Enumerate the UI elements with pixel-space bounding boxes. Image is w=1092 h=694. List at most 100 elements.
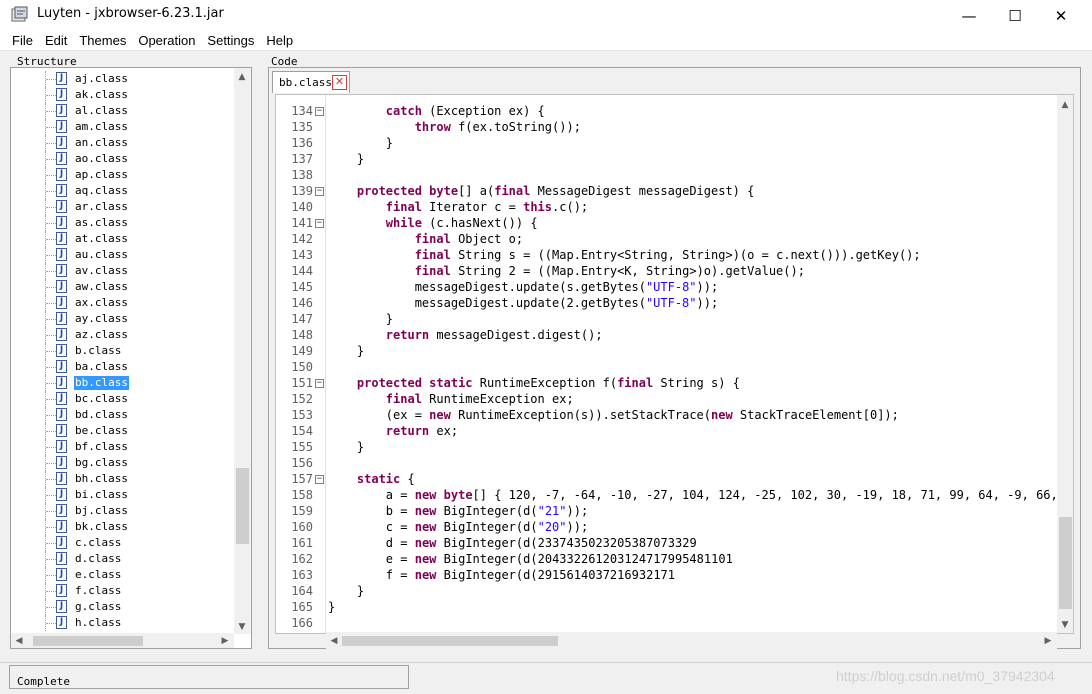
tree-item[interactable]: Jbi.class [11, 487, 235, 503]
code-line[interactable]: 158 a = new byte[] { 120, -7, -64, -10, … [276, 487, 1073, 503]
tree-item[interactable]: Jbj.class [11, 503, 235, 519]
tree-item[interactable]: Jbh.class [11, 471, 235, 487]
menu-settings[interactable]: Settings [201, 33, 254, 48]
scroll-left-arrow-icon[interactable]: ◀ [11, 633, 27, 648]
tree-item[interactable]: Jf.class [11, 583, 235, 599]
tree-item[interactable]: Jao.class [11, 151, 235, 167]
menu-help[interactable]: Help [260, 33, 293, 48]
editor-scroll-down-icon[interactable]: ▼ [1057, 617, 1073, 633]
fold-toggle-icon[interactable]: − [315, 107, 324, 116]
tree-item[interactable]: Jav.class [11, 263, 235, 279]
code-line[interactable]: 159 b = new BigInteger(d("21")); [276, 503, 1056, 519]
code-line[interactable]: 141− while (c.hasNext()) { [276, 215, 1056, 231]
tree-item[interactable]: Jak.class [11, 87, 235, 103]
code-line[interactable]: 140 final Iterator c = this.c(); [276, 199, 1056, 215]
fold-toggle-icon[interactable]: − [315, 379, 324, 388]
tree-item[interactable]: Jb.class [11, 343, 235, 359]
code-line[interactable]: 153 (ex = new RuntimeException(s)).setSt… [276, 407, 1056, 423]
code-line[interactable]: 155 } [276, 439, 1056, 455]
tree-item[interactable]: Jbk.class [11, 519, 235, 535]
tree-item[interactable]: Je.class [11, 567, 235, 583]
code-line[interactable]: 157− static { [276, 471, 1056, 487]
tree-item[interactable]: Jar.class [11, 199, 235, 215]
tree-item[interactable]: Jba.class [11, 359, 235, 375]
tree-item[interactable]: Jam.class [11, 119, 235, 135]
code-line[interactable]: 162 e = new BigInteger(d(204332261203124… [276, 551, 1056, 567]
tree-item[interactable]: Jc.class [11, 535, 235, 551]
tree-item[interactable]: Jan.class [11, 135, 235, 151]
tree-item[interactable]: Jh.class [11, 615, 235, 631]
code-line[interactable]: 163 f = new BigInteger(d(291561403721693… [276, 567, 1056, 583]
code-line[interactable]: 149 } [276, 343, 1056, 359]
structure-vertical-scroll-thumb[interactable] [236, 468, 249, 544]
fold-toggle-icon[interactable]: − [315, 475, 324, 484]
code-line[interactable]: 147 } [276, 311, 1056, 327]
tree-item[interactable]: Jaz.class [11, 327, 235, 343]
code-line[interactable]: 160 c = new BigInteger(d("20")); [276, 519, 1056, 535]
editor-vertical-scrollbar[interactable]: ▲ ▼ [1057, 95, 1073, 633]
code-line[interactable]: 137 } [276, 151, 1056, 167]
editor-horizontal-scrollbar-bar[interactable]: ◀ ▶ [326, 633, 1057, 649]
code-line[interactable]: 154 return ex; [276, 423, 1056, 439]
maximize-button[interactable]: ☐ [992, 0, 1038, 31]
menu-file[interactable]: File [6, 33, 33, 48]
code-line[interactable]: 148 return messageDigest.digest(); [276, 327, 1056, 343]
code-line[interactable]: 164 } [276, 583, 1056, 599]
tree-item[interactable]: Jau.class [11, 247, 235, 263]
fold-toggle-icon[interactable]: − [315, 187, 324, 196]
tree-item[interactable]: Jaw.class [11, 279, 235, 295]
tree-item[interactable]: Jg.class [11, 599, 235, 615]
code-line[interactable]: 135 throw f(ex.toString()); [276, 119, 1056, 135]
tree-item[interactable]: Jbb.class [11, 375, 235, 391]
editor-vertical-scroll-thumb[interactable] [1059, 517, 1072, 609]
scroll-up-arrow-icon[interactable]: ▲ [234, 69, 250, 85]
tree-item[interactable]: Jay.class [11, 311, 235, 327]
code-line[interactable]: 143 final String s = ((Map.Entry<String,… [276, 247, 1056, 263]
code-line[interactable]: 165} [276, 599, 1056, 615]
menu-themes[interactable]: Themes [73, 33, 126, 48]
structure-horizontal-scrollbar[interactable]: ◀ ▶ [11, 633, 234, 648]
tree-item[interactable]: Jbe.class [11, 423, 235, 439]
code-line[interactable]: 144 final String 2 = ((Map.Entry<K, Stri… [276, 263, 1056, 279]
editor-horizontal-scroll-thumb[interactable] [342, 636, 558, 646]
tree-item[interactable]: Jaq.class [11, 183, 235, 199]
code-line[interactable]: 161 d = new BigInteger(d(233743502320538… [276, 535, 1056, 551]
editor-scroll-left-icon[interactable]: ◀ [326, 633, 342, 649]
code-line[interactable]: 152 final RuntimeException ex; [276, 391, 1056, 407]
code-line[interactable]: 146 messageDigest.update(2.getBytes("UTF… [276, 295, 1056, 311]
code-line[interactable]: 138 [276, 167, 1056, 183]
code-editor[interactable]: 134− catch (Exception ex) {135 throw f(e… [275, 94, 1074, 634]
code-line[interactable]: 151− protected static RuntimeException f… [276, 375, 1056, 391]
code-line[interactable]: 139− protected byte[] a(final MessageDig… [276, 183, 1056, 199]
tree-item[interactable]: Jbg.class [11, 455, 235, 471]
tab-close-icon[interactable]: ✕ [332, 75, 347, 90]
tree-item[interactable]: Jat.class [11, 231, 235, 247]
minimize-button[interactable]: — [946, 0, 992, 31]
structure-vertical-scrollbar[interactable]: ▲ ▼ [234, 68, 251, 634]
menu-operation[interactable]: Operation [132, 33, 195, 48]
tree-item[interactable]: Jbf.class [11, 439, 235, 455]
close-window-button[interactable]: ✕ [1038, 0, 1084, 31]
code-line[interactable]: 142 final Object o; [276, 231, 1056, 247]
tree-item[interactable]: Jax.class [11, 295, 235, 311]
menu-edit[interactable]: Edit [39, 33, 67, 48]
tree-item[interactable]: Jaj.class [11, 71, 235, 87]
structure-horizontal-scroll-thumb[interactable] [33, 636, 143, 646]
code-line[interactable]: 134− catch (Exception ex) { [276, 103, 1056, 119]
scroll-down-arrow-icon[interactable]: ▼ [234, 619, 250, 635]
tree-item[interactable]: Jbd.class [11, 407, 235, 423]
tree-item[interactable]: Jap.class [11, 167, 235, 183]
tree-item[interactable]: Jas.class [11, 215, 235, 231]
fold-toggle-icon[interactable]: − [315, 219, 324, 228]
code-line[interactable]: 166 [276, 615, 1056, 631]
code-line[interactable]: 136 } [276, 135, 1056, 151]
scroll-right-arrow-icon[interactable]: ▶ [217, 633, 233, 648]
code-line[interactable]: 145 messageDigest.update(s.getBytes("UTF… [276, 279, 1056, 295]
code-line[interactable]: 150 [276, 359, 1056, 375]
code-line[interactable]: 156 [276, 455, 1056, 471]
editor-scroll-right-icon[interactable]: ▶ [1040, 633, 1056, 649]
tree-item[interactable]: Jbc.class [11, 391, 235, 407]
tree-item[interactable]: Jd.class [11, 551, 235, 567]
tree-item[interactable]: Jal.class [11, 103, 235, 119]
tab-bb-class[interactable]: bb.class ✕ [272, 71, 350, 93]
